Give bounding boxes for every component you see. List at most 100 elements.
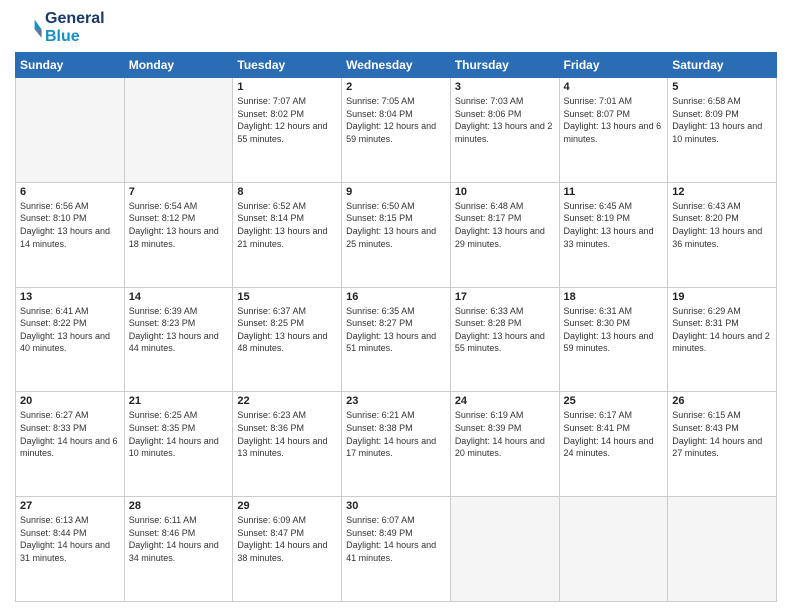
calendar-cell: 13Sunrise: 6:41 AM Sunset: 8:22 PM Dayli… (16, 287, 125, 392)
day-info: Sunrise: 7:05 AM Sunset: 8:04 PM Dayligh… (346, 95, 446, 145)
calendar-cell (16, 78, 125, 183)
calendar-cell: 6 Sunrise: 6:56 AM Sunset: 8:10 PM Daylig… (16, 182, 125, 287)
calendar-cell (124, 78, 233, 183)
day-info: Sunrise: 6:31 AM Sunset: 8:30 PM Dayligh… (564, 305, 664, 355)
day-info: Sunrise: 6:39 AM Sunset: 8:23 PM Dayligh… (129, 305, 229, 355)
day-info: Sunrise: 7:07 AM Sunset: 8:02 PM Dayligh… (237, 95, 337, 145)
day-number: 14 (129, 291, 229, 303)
day-number: 4 (564, 81, 664, 93)
day-number: 24 (455, 395, 555, 407)
calendar-cell: 10 Sunrise: 6:48 AM Sunset: 8:17 PM Dayli… (450, 182, 559, 287)
calendar-cell: 3 Sunrise: 7:03 AM Sunset: 8:06 PM Daylig… (450, 78, 559, 183)
calendar-cell: 29 Sunrise: 6:09 AM Sunset: 8:47 PM Dayli… (233, 497, 342, 602)
day-info: Sunrise: 6:56 AM Sunset: 8:10 PM Dayligh… (20, 200, 120, 250)
day-number: 27 (20, 500, 120, 512)
day-info: Sunrise: 6:15 AM Sunset: 8:43 PM Dayligh… (672, 409, 772, 459)
calendar-week-row: 1 Sunrise: 7:07 AM Sunset: 8:02 PM Daylig… (16, 78, 777, 183)
calendar-cell: 30 Sunrise: 6:07 AM Sunset: 8:49 PM Dayli… (342, 497, 451, 602)
day-info: Sunrise: 7:03 AM Sunset: 8:06 PM Dayligh… (455, 95, 555, 145)
day-info: Sunrise: 6:27 AM Sunset: 8:33 PM Dayligh… (20, 409, 120, 459)
calendar-cell: 24 Sunrise: 6:19 AM Sunset: 8:39 PM Dayli… (450, 392, 559, 497)
calendar-cell: 7 Sunrise: 6:54 AM Sunset: 8:12 PM Daylig… (124, 182, 233, 287)
day-number: 11 (564, 186, 664, 198)
day-number: 1 (237, 81, 337, 93)
calendar-cell: 21Sunrise: 6:25 AM Sunset: 8:35 PM Dayli… (124, 392, 233, 497)
day-number: 2 (346, 81, 446, 93)
calendar-day-header: Thursday (450, 53, 559, 78)
calendar-day-header: Tuesday (233, 53, 342, 78)
day-number: 29 (237, 500, 337, 512)
day-number: 22 (237, 395, 337, 407)
day-info: Sunrise: 6:50 AM Sunset: 8:15 PM Dayligh… (346, 200, 446, 250)
calendar-cell (559, 497, 668, 602)
calendar-week-row: 20 Sunrise: 6:27 AM Sunset: 8:33 PM Dayli… (16, 392, 777, 497)
calendar-cell (450, 497, 559, 602)
day-info: Sunrise: 6:17 AM Sunset: 8:41 PM Dayligh… (564, 409, 664, 459)
calendar-cell: 22 Sunrise: 6:23 AM Sunset: 8:36 PM Dayli… (233, 392, 342, 497)
calendar-cell: 4 Sunrise: 7:01 AM Sunset: 8:07 PM Daylig… (559, 78, 668, 183)
day-number: 25 (564, 395, 664, 407)
day-info: Sunrise: 6:58 AM Sunset: 8:09 PM Dayligh… (672, 95, 772, 145)
logo: General Blue (15, 10, 105, 46)
day-info: Sunrise: 6:09 AM Sunset: 8:47 PM Dayligh… (237, 514, 337, 564)
calendar-cell: 2 Sunrise: 7:05 AM Sunset: 8:04 PM Daylig… (342, 78, 451, 183)
day-number: 3 (455, 81, 555, 93)
day-number: 12 (672, 186, 772, 198)
day-info: Sunrise: 6:43 AM Sunset: 8:20 PM Dayligh… (672, 200, 772, 250)
day-info: Sunrise: 7:01 AM Sunset: 8:07 PM Dayligh… (564, 95, 664, 145)
calendar-cell: 18 Sunrise: 6:31 AM Sunset: 8:30 PM Dayli… (559, 287, 668, 392)
day-info: Sunrise: 6:07 AM Sunset: 8:49 PM Dayligh… (346, 514, 446, 564)
day-number: 16 (346, 291, 446, 303)
day-info: Sunrise: 6:45 AM Sunset: 8:19 PM Dayligh… (564, 200, 664, 250)
day-info: Sunrise: 6:54 AM Sunset: 8:12 PM Dayligh… (129, 200, 229, 250)
day-info: Sunrise: 6:37 AM Sunset: 8:25 PM Dayligh… (237, 305, 337, 355)
day-number: 28 (129, 500, 229, 512)
day-number: 18 (564, 291, 664, 303)
day-number: 8 (237, 186, 337, 198)
day-info: Sunrise: 6:19 AM Sunset: 8:39 PM Dayligh… (455, 409, 555, 459)
calendar-cell: 12 Sunrise: 6:43 AM Sunset: 8:20 PM Dayli… (668, 182, 777, 287)
calendar-cell (668, 497, 777, 602)
calendar-day-header: Saturday (668, 53, 777, 78)
day-number: 7 (129, 186, 229, 198)
day-info: Sunrise: 6:33 AM Sunset: 8:28 PM Dayligh… (455, 305, 555, 355)
day-number: 30 (346, 500, 446, 512)
calendar-week-row: 27 Sunrise: 6:13 AM Sunset: 8:44 PM Dayli… (16, 497, 777, 602)
day-number: 21 (129, 395, 229, 407)
day-info: Sunrise: 6:29 AM Sunset: 8:31 PM Dayligh… (672, 305, 772, 355)
calendar-cell: 17Sunrise: 6:33 AM Sunset: 8:28 PM Dayli… (450, 287, 559, 392)
day-number: 9 (346, 186, 446, 198)
day-number: 15 (237, 291, 337, 303)
day-info: Sunrise: 6:21 AM Sunset: 8:38 PM Dayligh… (346, 409, 446, 459)
day-number: 6 (20, 186, 120, 198)
day-number: 10 (455, 186, 555, 198)
calendar-week-row: 13Sunrise: 6:41 AM Sunset: 8:22 PM Dayli… (16, 287, 777, 392)
day-info: Sunrise: 6:48 AM Sunset: 8:17 PM Dayligh… (455, 200, 555, 250)
calendar-day-header: Sunday (16, 53, 125, 78)
day-info: Sunrise: 6:35 AM Sunset: 8:27 PM Dayligh… (346, 305, 446, 355)
calendar-header-row: SundayMondayTuesdayWednesdayThursdayFrid… (16, 53, 777, 78)
day-number: 19 (672, 291, 772, 303)
day-info: Sunrise: 6:13 AM Sunset: 8:44 PM Dayligh… (20, 514, 120, 564)
calendar-cell: 20 Sunrise: 6:27 AM Sunset: 8:33 PM Dayli… (16, 392, 125, 497)
calendar-cell: 23 Sunrise: 6:21 AM Sunset: 8:38 PM Dayli… (342, 392, 451, 497)
day-info: Sunrise: 6:52 AM Sunset: 8:14 PM Dayligh… (237, 200, 337, 250)
calendar-cell: 15 Sunrise: 6:37 AM Sunset: 8:25 PM Dayli… (233, 287, 342, 392)
calendar-cell: 9 Sunrise: 6:50 AM Sunset: 8:15 PM Daylig… (342, 182, 451, 287)
calendar-cell: 1 Sunrise: 7:07 AM Sunset: 8:02 PM Daylig… (233, 78, 342, 183)
calendar-cell: 25 Sunrise: 6:17 AM Sunset: 8:41 PM Dayli… (559, 392, 668, 497)
day-info: Sunrise: 6:23 AM Sunset: 8:36 PM Dayligh… (237, 409, 337, 459)
calendar-week-row: 6 Sunrise: 6:56 AM Sunset: 8:10 PM Daylig… (16, 182, 777, 287)
calendar-cell: 26 Sunrise: 6:15 AM Sunset: 8:43 PM Dayli… (668, 392, 777, 497)
day-number: 20 (20, 395, 120, 407)
calendar-cell: 19 Sunrise: 6:29 AM Sunset: 8:31 PM Dayli… (668, 287, 777, 392)
calendar-cell: 14 Sunrise: 6:39 AM Sunset: 8:23 PM Dayli… (124, 287, 233, 392)
day-info: Sunrise: 6:11 AM Sunset: 8:46 PM Dayligh… (129, 514, 229, 564)
header: General Blue (15, 10, 777, 46)
day-number: 5 (672, 81, 772, 93)
page: General Blue SundayMondayTuesdayWednesda… (0, 0, 792, 612)
calendar-table: SundayMondayTuesdayWednesdayThursdayFrid… (15, 52, 777, 602)
day-number: 23 (346, 395, 446, 407)
day-number: 26 (672, 395, 772, 407)
calendar-day-header: Monday (124, 53, 233, 78)
